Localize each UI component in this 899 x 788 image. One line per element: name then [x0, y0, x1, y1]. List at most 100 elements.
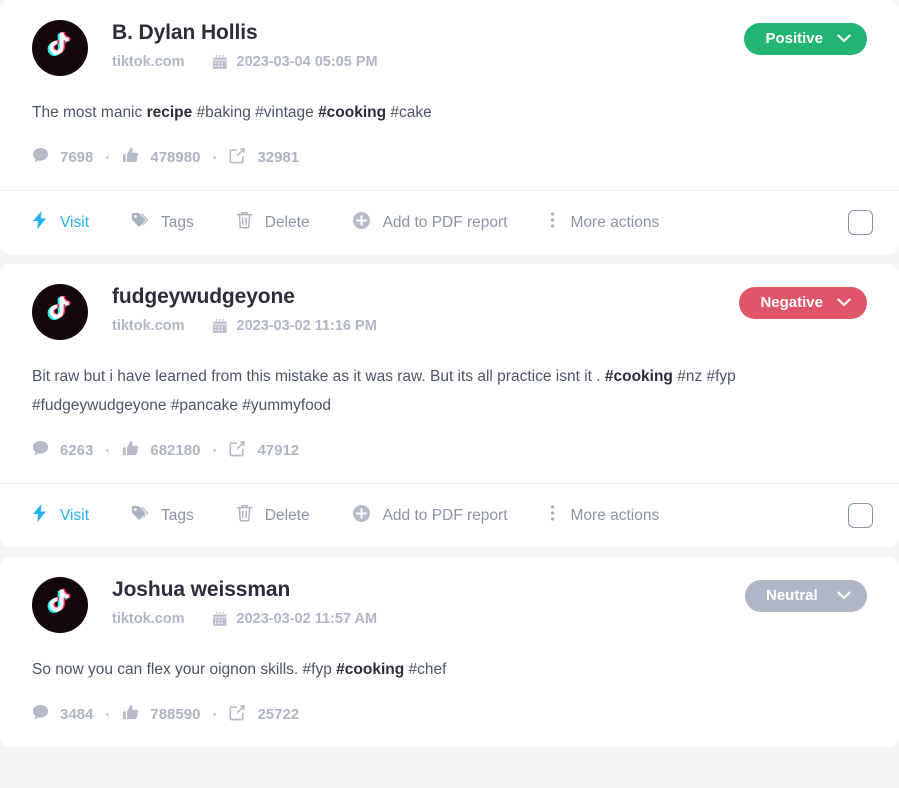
comment-icon	[32, 147, 49, 168]
post-stats: 7698 478980 32981	[32, 147, 867, 190]
sentiment-label: Neutral	[766, 587, 818, 604]
visit-label: Visit	[60, 213, 90, 231]
comment-stat: 6263	[32, 440, 93, 461]
tag-icon	[131, 505, 149, 527]
tag-icon	[131, 212, 149, 234]
bolt-icon	[32, 504, 48, 527]
post-date: 2023-03-02 11:57 AM	[236, 611, 378, 627]
avatar	[32, 577, 88, 633]
chevron-down-icon[interactable]	[837, 294, 851, 311]
chevron-down-icon[interactable]	[837, 587, 851, 604]
more-actions-button[interactable]: More actions	[550, 504, 659, 527]
visit-button[interactable]: Visit	[32, 504, 89, 527]
like-stat: 682180	[122, 440, 200, 461]
post-content: Bit raw but i have learned from this mis…	[32, 368, 736, 414]
visit-label: Visit	[60, 506, 90, 524]
stat-separator	[213, 713, 217, 716]
more-actions-button[interactable]: More actions	[550, 211, 659, 234]
trash-icon	[236, 504, 253, 527]
post-card: B. Dylan Hollis tiktok.com 2023-03-04 05:0…	[0, 0, 899, 254]
post-author-block: B. Dylan Hollis tiktok.com 2023-03-04 05:0…	[112, 18, 378, 70]
post-author[interactable]: B. Dylan Hollis	[112, 20, 378, 46]
sentiment-label: Positive	[765, 30, 823, 47]
post-author-block: Joshua weissman tiktok.com 2023-03-02 11:5…	[112, 575, 377, 627]
post-source[interactable]: tiktok.com	[112, 611, 185, 627]
post-source[interactable]: tiktok.com	[112, 318, 185, 334]
post-meta: tiktok.com 2023-03-02 11:16 PM	[112, 318, 377, 334]
stat-separator	[106, 449, 110, 452]
sentiment-badge[interactable]: Positive	[744, 23, 867, 55]
post-body: fudgeywudgeyone tiktok.com 2023-03-02 11:1…	[0, 264, 899, 483]
sentiment-label: Negative	[760, 294, 823, 311]
plus-circle-icon	[352, 504, 371, 528]
share-icon	[229, 147, 246, 168]
bolt-icon	[32, 211, 48, 234]
comment-count: 6263	[60, 442, 94, 459]
add-to-pdf-label: Add to PDF report	[382, 506, 508, 524]
delete-button[interactable]: Delete	[236, 211, 310, 234]
thumbs-up-icon	[122, 704, 139, 725]
tags-label: Tags	[161, 213, 194, 231]
post-date: 2023-03-04 05:05 PM	[236, 54, 378, 70]
post-header: Joshua weissman tiktok.com 2023-03-02 11:5…	[32, 575, 867, 633]
post-card: fudgeywudgeyone tiktok.com 2023-03-02 11:1…	[0, 264, 899, 547]
add-to-pdf-label: Add to PDF report	[382, 213, 508, 231]
post-card: Joshua weissman tiktok.com 2023-03-02 11:5…	[0, 557, 899, 747]
post-content: The most manic recipe #baking #vintage #…	[32, 104, 432, 121]
post-stats: 6263 682180 47912	[32, 440, 867, 483]
post-stats: 3484 788590 25722	[32, 704, 867, 747]
tags-label: Tags	[161, 506, 194, 524]
like-count: 478980	[150, 149, 201, 166]
comment-stat: 3484	[32, 704, 93, 725]
share-count: 25722	[257, 706, 300, 723]
avatar	[32, 20, 88, 76]
comment-count: 3484	[60, 706, 94, 723]
delete-button[interactable]: Delete	[236, 504, 310, 527]
delete-label: Delete	[264, 506, 310, 524]
plus-circle-icon	[352, 211, 371, 235]
sentiment-badge[interactable]: Neutral	[745, 580, 867, 612]
stat-separator	[213, 156, 217, 159]
avatar	[32, 284, 88, 340]
post-author[interactable]: Joshua weissman	[112, 577, 377, 603]
delete-label: Delete	[264, 213, 310, 231]
post-feed: B. Dylan Hollis tiktok.com 2023-03-04 05:0…	[0, 0, 899, 747]
post-body: Joshua weissman tiktok.com 2023-03-02 11:5…	[0, 557, 899, 747]
post-header: fudgeywudgeyone tiktok.com 2023-03-02 11:1…	[32, 282, 867, 340]
calendar-icon	[212, 318, 228, 334]
visit-button[interactable]: Visit	[32, 211, 89, 234]
trash-icon	[236, 211, 253, 234]
stat-separator	[213, 449, 217, 452]
share-stat: 32981	[229, 147, 299, 168]
add-to-pdf-button[interactable]: Add to PDF report	[352, 504, 508, 528]
share-icon	[229, 440, 246, 461]
post-date: 2023-03-02 11:16 PM	[236, 318, 377, 334]
calendar-icon	[212, 54, 228, 70]
thumbs-up-icon	[122, 147, 139, 168]
like-stat: 478980	[122, 147, 200, 168]
post-source[interactable]: tiktok.com	[112, 54, 185, 70]
post-author[interactable]: fudgeywudgeyone	[112, 284, 377, 310]
select-post-checkbox[interactable]	[848, 503, 873, 528]
share-count: 47912	[257, 442, 300, 459]
post-actions: Visit Tags Delete Add to PDF report More act…	[0, 483, 899, 547]
share-stat: 47912	[229, 440, 299, 461]
tags-button[interactable]: Tags	[131, 212, 194, 234]
comment-icon	[32, 440, 49, 461]
add-to-pdf-button[interactable]: Add to PDF report	[352, 211, 508, 235]
thumbs-up-icon	[122, 440, 139, 461]
post-body: B. Dylan Hollis tiktok.com 2023-03-04 05:0…	[0, 0, 899, 190]
like-count: 682180	[150, 442, 201, 459]
post-author-block: fudgeywudgeyone tiktok.com 2023-03-02 11:1…	[112, 282, 377, 334]
share-count: 32981	[257, 149, 300, 166]
post-actions: Visit Tags Delete Add to PDF report More act…	[0, 190, 899, 254]
like-stat: 788590	[122, 704, 200, 725]
sentiment-badge[interactable]: Negative	[739, 287, 867, 319]
chevron-down-icon[interactable]	[837, 30, 851, 47]
post-meta: tiktok.com 2023-03-02 11:57 AM	[112, 611, 377, 627]
post-header: B. Dylan Hollis tiktok.com 2023-03-04 05:0…	[32, 18, 867, 76]
vertical-dots-icon	[550, 504, 555, 527]
select-post-checkbox[interactable]	[848, 210, 873, 235]
comment-stat: 7698	[32, 147, 93, 168]
tags-button[interactable]: Tags	[131, 505, 194, 527]
